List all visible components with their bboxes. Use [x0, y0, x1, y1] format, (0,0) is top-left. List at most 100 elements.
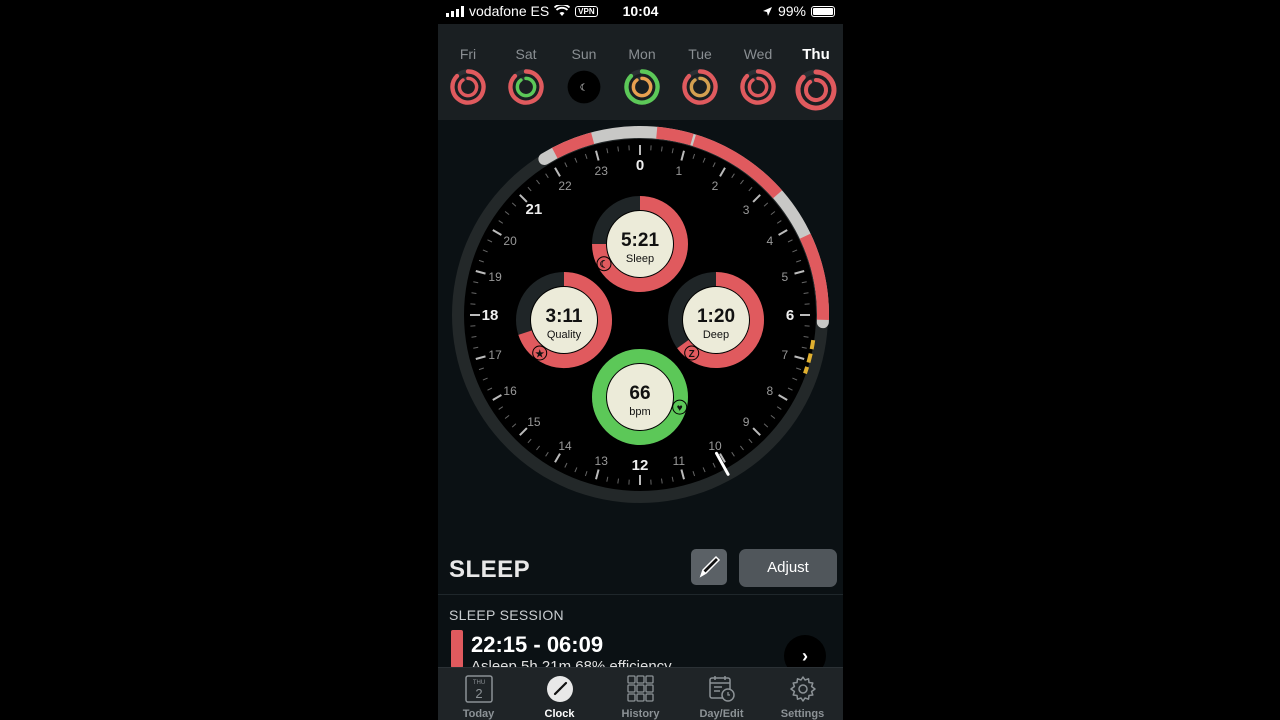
dial-tick — [803, 336, 809, 338]
movement-mark — [806, 353, 813, 364]
week-strip: Fri Sat Sun ☾ Mon Tue Wed Thu — [438, 24, 843, 120]
day-fri[interactable]: Fri — [439, 46, 497, 106]
day-sun[interactable]: Sun ☾ — [555, 46, 613, 106]
day-mon[interactable]: Mon — [613, 46, 671, 106]
day-tue[interactable]: Tue — [671, 46, 729, 106]
grid-cell — [626, 684, 636, 693]
day-thu[interactable]: Thu — [787, 46, 843, 112]
sleep-clock-dial: 0 12345678910111213141516171819202122235:… — [452, 126, 829, 503]
tab-day-edit[interactable]: Day/Edit — [681, 674, 762, 720]
tab-label: Settings — [780, 708, 825, 720]
inner-ring — [689, 76, 711, 98]
hour-label: 12 — [632, 457, 649, 474]
quality-metric[interactable]: 3:11 Quality★ — [516, 272, 612, 368]
deep-metric[interactable]: 1:20 Deep Z — [668, 272, 764, 368]
hour-label: 11 — [673, 454, 686, 468]
svg-text:Z: Z — [689, 349, 695, 360]
star-icon: ★ — [532, 345, 548, 361]
tab-label: History — [621, 708, 660, 720]
session-time-range[interactable]: 22:15 - 06:09 — [471, 632, 603, 658]
hour-label: 18 — [482, 307, 499, 324]
grid-cell — [626, 693, 636, 702]
tab-history[interactable]: History — [600, 674, 681, 720]
hour-label: 5 — [782, 270, 789, 284]
svg-text:☾: ☾ — [600, 260, 609, 271]
hour-label: 3 — [743, 203, 750, 217]
outer-ring — [508, 69, 544, 105]
dial-tick — [617, 478, 619, 484]
hour-label: 23 — [595, 164, 609, 178]
metric-value: 3:11 — [546, 306, 583, 327]
day-label: Wed — [743, 46, 773, 62]
metric-label: Deep — [703, 329, 729, 341]
tab-label: Day/Edit — [699, 708, 744, 720]
day-wed[interactable]: Wed — [729, 46, 787, 106]
tab-bar: THU 2 Today Clock History Day/Edit Setti… — [438, 667, 843, 720]
hour-label: 2 — [712, 179, 719, 193]
metric-label: bpm — [629, 406, 650, 418]
hour-label: 10 — [708, 439, 722, 453]
day-rings — [740, 69, 776, 105]
svg-text:♥: ♥ — [677, 403, 683, 414]
tab-label: Today — [462, 708, 495, 720]
heart-icon: ♥ — [672, 399, 688, 415]
metric-value: 5:21 — [621, 230, 659, 251]
dial-tick — [617, 146, 619, 152]
outer-ring — [740, 69, 776, 105]
day-label: Thu — [802, 46, 830, 63]
status-bar: vodafone ES VPN 10:04 99% — [438, 0, 843, 24]
edit-button[interactable] — [691, 549, 727, 585]
day-rings — [682, 69, 718, 105]
hour-label: 13 — [595, 454, 609, 468]
hour-label: 7 — [782, 348, 789, 362]
metric-label: Quality — [547, 329, 582, 341]
day-label: Sat — [515, 46, 537, 62]
grid-cell — [635, 693, 645, 702]
grid-cell — [635, 684, 645, 693]
metric-value: 1:20 — [697, 306, 735, 327]
grid-cell — [644, 675, 654, 684]
svg-text:★: ★ — [535, 349, 544, 360]
hour-label: 21 — [526, 201, 543, 218]
dial-tick — [471, 336, 477, 338]
hour-label: 15 — [527, 415, 541, 429]
inner-ring — [631, 76, 653, 98]
session-color-bar — [451, 630, 463, 668]
tab-clock[interactable]: Clock — [519, 674, 600, 720]
metric-value: 66 — [629, 383, 650, 404]
inner-ring — [515, 76, 537, 98]
outer-ring — [795, 69, 837, 111]
tab-today[interactable]: THU 2 Today — [438, 674, 519, 720]
dial-tick — [661, 146, 663, 152]
hour-label: 19 — [488, 270, 502, 284]
day-label: Mon — [628, 46, 656, 62]
day-sat[interactable]: Sat — [497, 46, 555, 106]
sleep-metric[interactable]: 5:21 Sleep ☾ — [592, 196, 688, 292]
phone-screen: vodafone ES VPN 10:04 99% Fri Sat Sun ☾ Mon T… — [438, 0, 843, 720]
day-rings — [624, 69, 660, 105]
clock-icon — [546, 676, 573, 702]
metric-label: Sleep — [626, 253, 654, 265]
calendar-day-icon: THU 2 — [464, 675, 493, 703]
hour-label: 9 — [743, 415, 750, 429]
hour-label: 1 — [675, 164, 682, 178]
gear-icon — [789, 676, 816, 702]
outer-ring — [682, 69, 718, 105]
day-label: Fri — [459, 46, 477, 62]
moon-icon: ☾ — [596, 256, 612, 272]
hour-label: 14 — [558, 439, 572, 453]
dial-tick — [661, 478, 663, 484]
hour-label: 16 — [503, 384, 517, 398]
sleep-segment — [656, 126, 694, 146]
tab-settings[interactable]: Settings — [762, 674, 843, 720]
hour-label: 20 — [503, 234, 517, 248]
outer-ring — [624, 69, 660, 105]
location-arrow-icon — [762, 6, 772, 16]
inner-ring — [804, 78, 828, 102]
grid-cell — [644, 684, 654, 693]
adjust-button[interactable]: Adjust — [739, 549, 837, 587]
hour-label: 22 — [558, 179, 572, 193]
day-label: Tue — [688, 46, 712, 62]
grid-cell — [626, 675, 636, 684]
battery-icon — [811, 5, 835, 17]
